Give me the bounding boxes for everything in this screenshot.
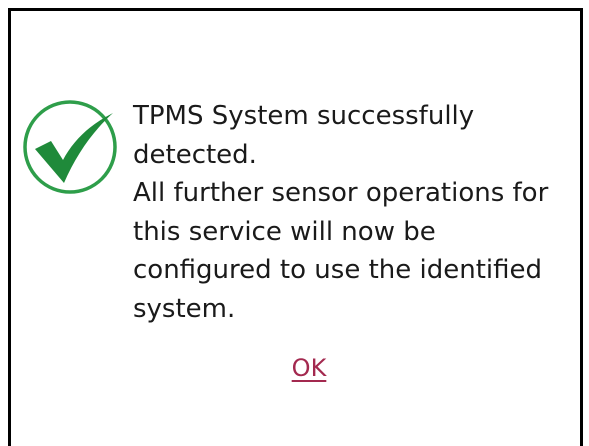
message-line: system. <box>133 293 236 324</box>
message-line: configured to use the identified <box>133 255 543 285</box>
message-line: All further sensor operations for <box>133 178 549 208</box>
message-line: TPMS System successfully <box>133 101 475 131</box>
message-line: detected. <box>133 139 257 170</box>
dialog-message: TPMS System successfully detected. All f… <box>133 97 573 328</box>
message-line: this service will now be <box>133 216 436 247</box>
tpms-confirmation-dialog: TPMS System successfully detected. All f… <box>8 8 583 446</box>
checkmark-circle-icon <box>23 100 117 194</box>
ok-button[interactable]: OK <box>283 348 335 388</box>
